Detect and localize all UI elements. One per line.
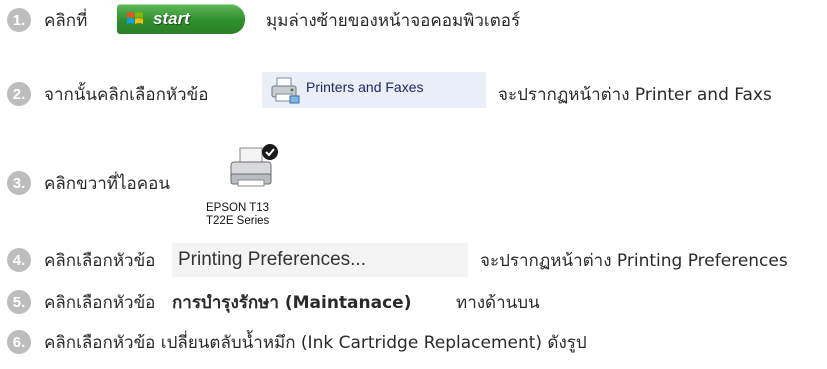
step-number: 3. [7, 171, 31, 195]
step-text: คลิกเลือกหัวข้อ [44, 292, 156, 313]
epson-line-1: EPSON T13 [206, 202, 270, 214]
printers-and-faxes-label: Printers and Faxes [306, 79, 424, 95]
step-text: คลิกเลือกหัวข้อ [44, 250, 156, 271]
step-tail: จะปรากฏหน้าต่าง Printing Preferences [480, 250, 788, 271]
step-text: คลิกเลือกหัวข้อ เปลี่ยนตลับน้ำหมึก (Ink … [44, 332, 587, 353]
step-text: จากนั้นคลิกเลือกหัวข้อ [44, 84, 209, 105]
step-number: 5. [7, 290, 31, 314]
step-number: 2. [7, 82, 31, 106]
printer-icon[interactable] [226, 142, 284, 198]
step-text: คลิกที่ [44, 10, 88, 31]
printing-preferences-item[interactable]: Printing Preferences... [172, 243, 468, 277]
start-button[interactable]: start [117, 4, 245, 34]
step-tail: มุมล่างซ้ายของหน้าจอคอมพิวเตอร์ [266, 10, 521, 31]
printer-fax-icon [271, 77, 300, 104]
windows-flag-icon [127, 12, 143, 24]
step-number: 4. [7, 248, 31, 272]
printing-preferences-label: Printing Preferences... [178, 249, 366, 270]
step-bold-text: การบำรุงรักษา (Maintanace) [172, 292, 412, 313]
step-number: 6. [7, 330, 31, 354]
step-tail: ทางด้านบน [456, 292, 540, 313]
step-text: คลิกขวาที่ไอคอน [44, 173, 170, 194]
printers-and-faxes-item[interactable]: Printers and Faxes [262, 72, 486, 108]
start-label: start [153, 9, 190, 28]
epson-printer-label: EPSON T13 T22E Series [206, 202, 269, 228]
step-number: 1. [7, 8, 31, 32]
epson-line-2: T22E Series [206, 215, 270, 227]
step-tail: จะปรากฏหน้าต่าง Printer and Faxs [498, 84, 772, 105]
